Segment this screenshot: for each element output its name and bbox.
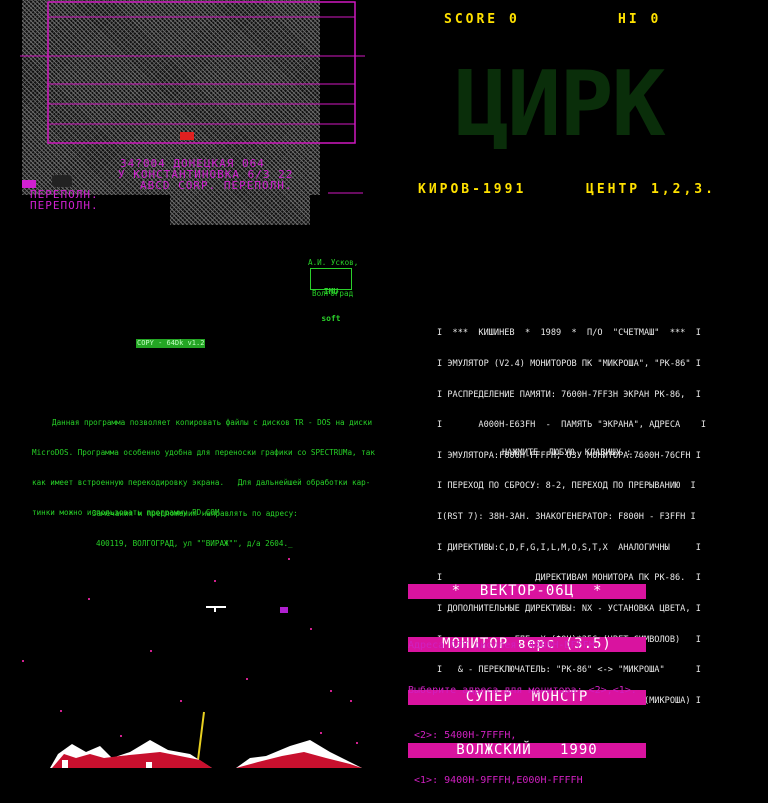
vector-info-block: Адреса ОЗУ дисплея: 4000H-DFFFH. Выберит…	[408, 608, 637, 803]
vector-info-line[interactable]: <1>: 9400H-9FFFH,E000H-FFFFH	[408, 773, 637, 788]
info-line: I ПЕРЕХОД ПО СБРОСУ: 8-2, ПЕРЕХОД ПО ПРЕ…	[437, 481, 696, 492]
tl-overflow-2: ПЕРЕПОЛН.	[30, 199, 99, 212]
vector-title-row: * ВЕКТОР-06Ц *	[408, 584, 646, 599]
space-game-scene	[22, 558, 362, 768]
vector-info-line[interactable]: <2>: 5400H-7FFFH,	[408, 728, 637, 743]
press-any-key-prompt[interactable]: НАЖМИТЕ ЛЮБУЮ КЛАВИШУ : _	[502, 448, 642, 458]
tl-ship-icon	[22, 180, 36, 188]
hi-label: HI 0	[618, 12, 662, 27]
imu-soft-logo: IMU soft	[310, 268, 352, 323]
enemy-icon	[280, 607, 288, 613]
big-title: ЦИРК	[455, 52, 666, 157]
score-label: SCORE 0	[444, 12, 520, 27]
copy-badge: COPY - 64Dk v1.2	[136, 339, 206, 348]
player-ship-icon	[206, 606, 226, 612]
info-line: I ЭМУЛЯТОР (V2.4) МОНИТОРОВ ПК "МИКРОША"…	[437, 359, 701, 370]
logo-line2: soft	[321, 314, 341, 323]
para-line: как имеет встроенную перекодировку экран…	[32, 478, 371, 487]
vector-info-line: Выберите адреса для монитора: <2>,<1>.	[408, 685, 637, 696]
info-line: I(RST 7): 38H-3AH. ЗНАКОГЕНЕРАТОР: F800H…	[437, 512, 696, 523]
kirov-label: КИРОВ-1991	[418, 182, 527, 197]
tl-enemy-icon	[52, 175, 72, 187]
contact-line: Замечания и предложения направлять по ад…	[92, 509, 298, 518]
info-line: I *** КИШИНЕВ * 1989 * П/О "СЧЕТМАШ" ***…	[437, 328, 701, 339]
para-line: Данная программа позволяет копировать фа…	[52, 418, 373, 427]
para-line: MicroDOS. Программа особенно удобна для …	[32, 448, 375, 457]
author-name: А.И. Усков,	[308, 258, 359, 267]
tl-address-line3: ABCD CORP. ПЕРЕПОЛН.	[140, 179, 293, 192]
info-line: I A000H-E63FH - ПАМЯТЬ "ЭКРАНА", АДРЕСА …	[437, 420, 707, 431]
center-label: ЦЕНТР 1,2,3.	[586, 182, 716, 197]
city-label: Волгоград	[312, 289, 354, 298]
info-line: I РАСПРЕДЕЛЕНИЕ ПАМЯТИ: 7600H-7FF3H ЭКРА…	[437, 389, 701, 400]
vector-info-line: Адреса ОЗУ дисплея: 4000H-DFFFH.	[408, 640, 601, 651]
